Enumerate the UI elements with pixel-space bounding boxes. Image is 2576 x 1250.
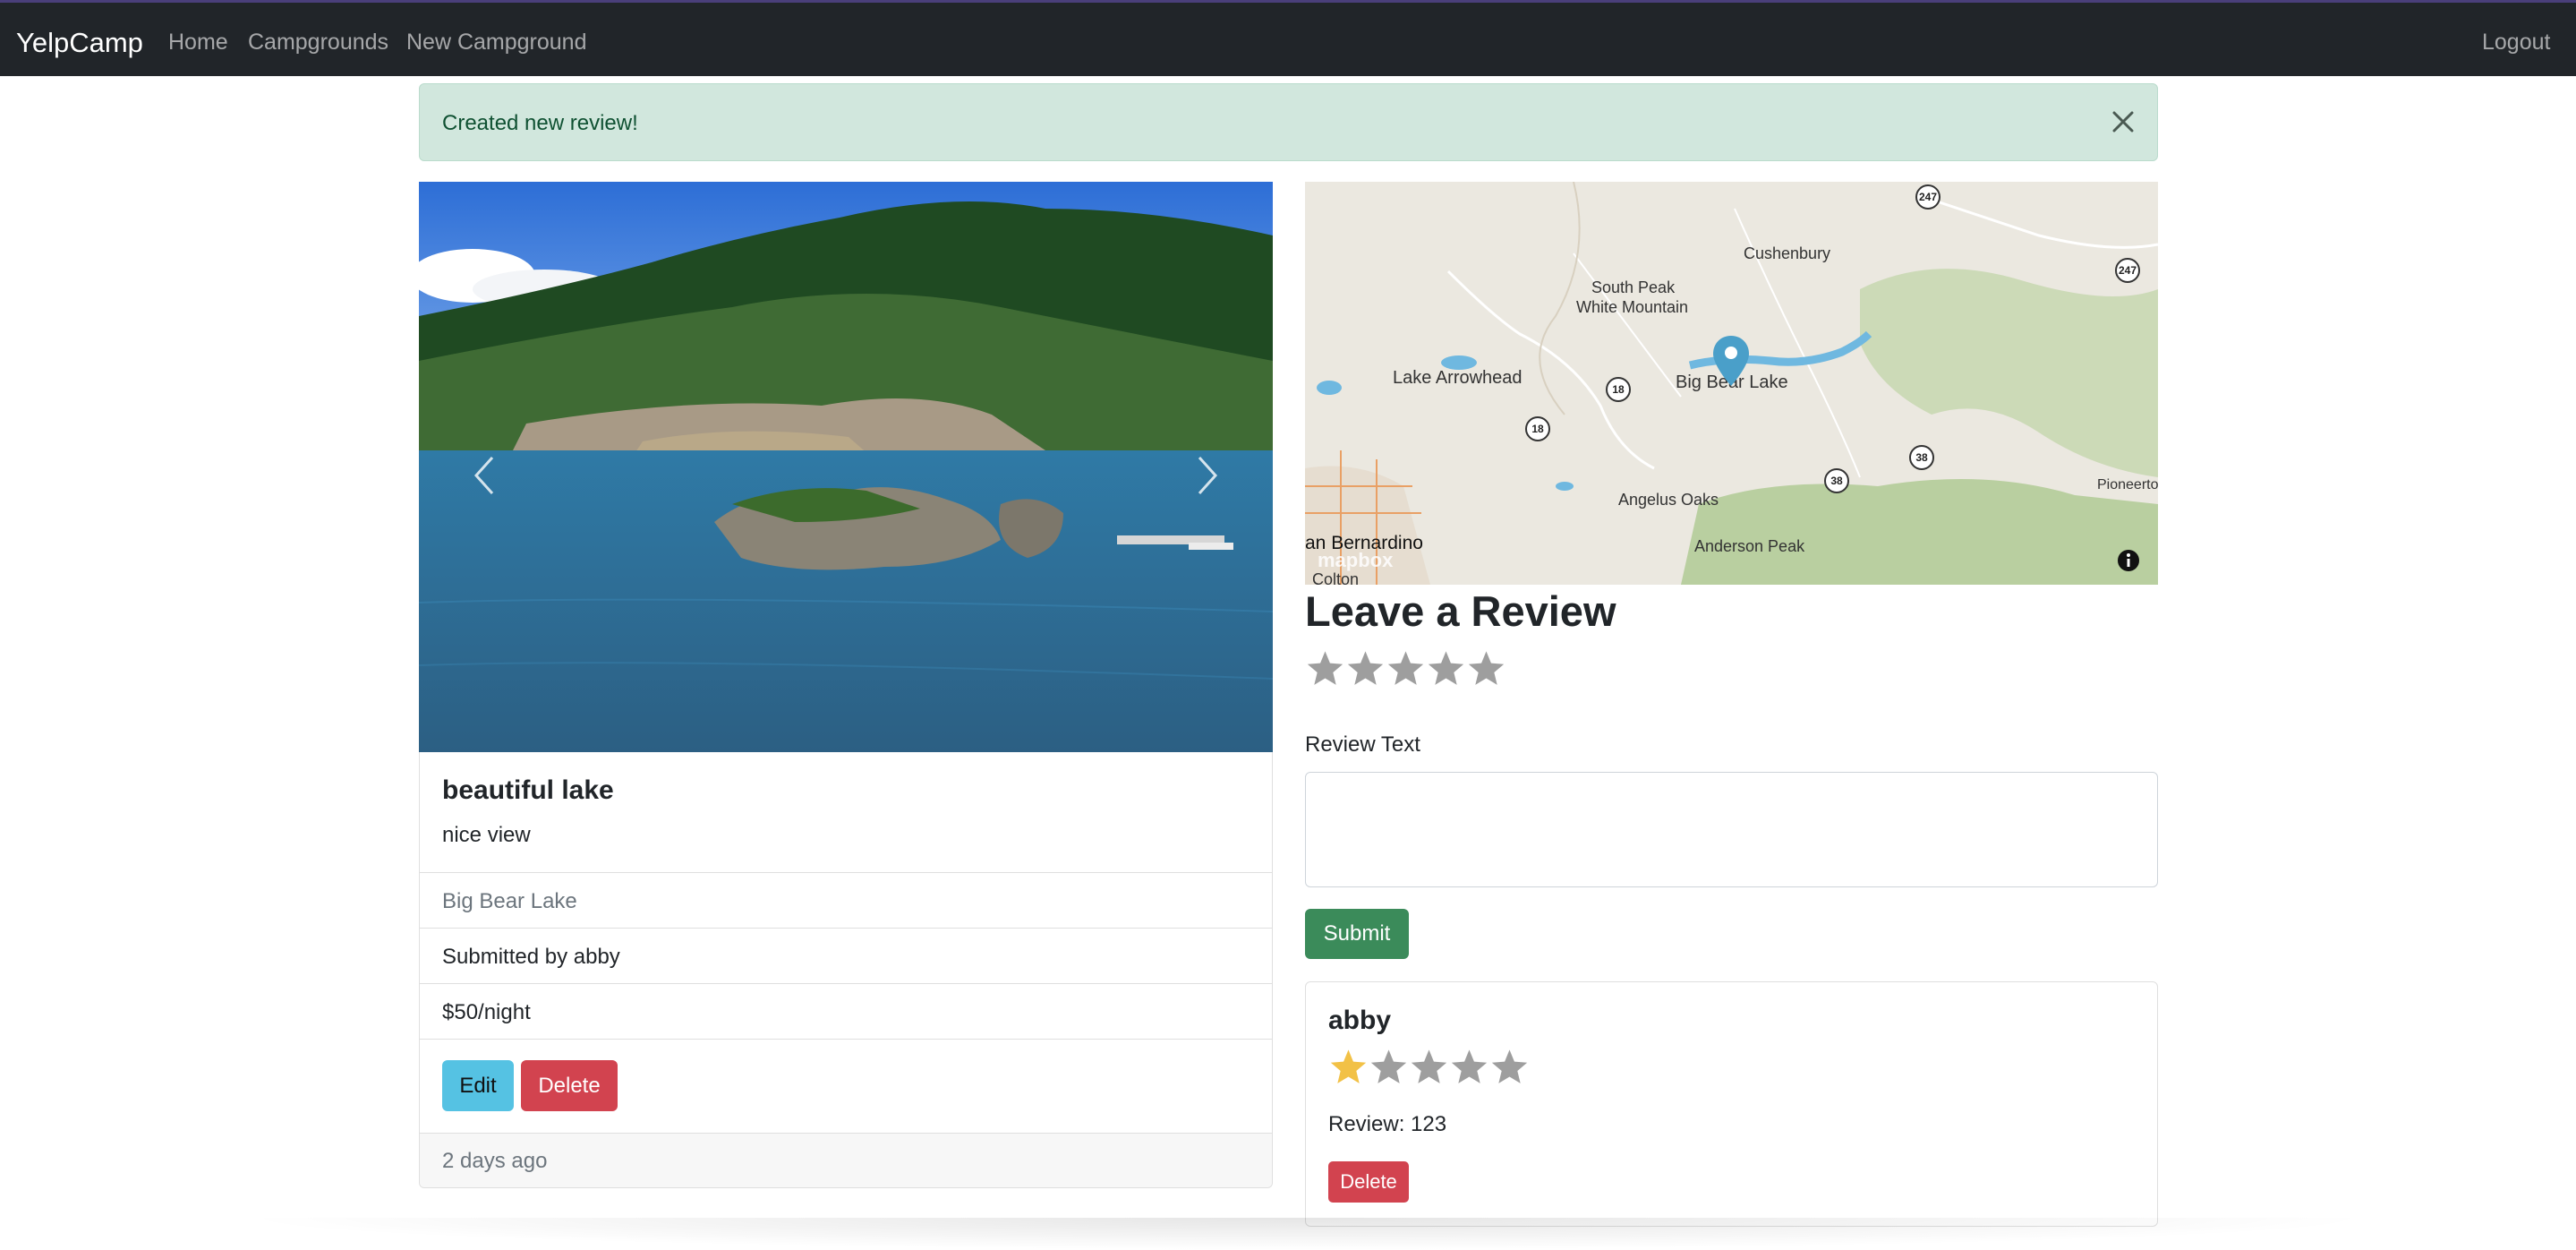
route-shield-18: 18 (1606, 377, 1631, 402)
route-shield-18: 18 (1525, 416, 1550, 441)
created-time: 2 days ago (442, 1149, 548, 1173)
submit-review-button[interactable]: Submit (1305, 909, 1409, 959)
map-label-angelus-oaks: Angelus Oaks (1618, 491, 1719, 509)
star-icon (1411, 1049, 1447, 1083)
nav-home-link[interactable]: Home (168, 30, 228, 56)
star-icon[interactable] (1386, 648, 1426, 689)
campground-description: nice view (442, 823, 531, 847)
campground-price-row: $50/night (420, 983, 1272, 1039)
map-label-colton: Colton (1312, 570, 1360, 585)
map-label-lake-arrowhead: Lake Arrowhead (1393, 368, 1523, 388)
route-shield-247: 247 (2115, 258, 2140, 283)
card-footer: 2 days ago (420, 1133, 1272, 1187)
campground-title: beautiful lake (442, 775, 614, 805)
star-icon[interactable] (1345, 648, 1386, 689)
route-shield-38: 38 (1824, 468, 1849, 493)
map-label-anderson-peak: Anderson Peak (1694, 537, 1805, 555)
map-label-pioneertown: Pioneerto (2097, 477, 2158, 492)
nav-campgrounds-link[interactable]: Campgrounds (248, 30, 388, 56)
star-filled-icon (1330, 1049, 1367, 1083)
campground-image-carousel (419, 182, 1273, 752)
delete-review-button[interactable]: Delete (1328, 1161, 1409, 1203)
star-icon (1451, 1049, 1488, 1083)
rating-input[interactable] (1305, 648, 1506, 691)
campground-author: Submitted by abby (442, 945, 620, 969)
review-author: abby (1328, 1006, 1392, 1035)
map-label-white-mountain: White Mountain (1576, 298, 1689, 316)
map-pin-icon[interactable] (1711, 334, 1751, 388)
campground-location: Big Bear Lake (442, 889, 577, 913)
star-icon[interactable] (1426, 648, 1466, 689)
star-icon (1491, 1049, 1528, 1083)
map-label-south-peak: South Peak (1591, 278, 1676, 296)
campground-location-row: Big Bear Lake (420, 872, 1272, 928)
star-icon[interactable] (1305, 648, 1345, 689)
review-text-label: Review Text (1305, 732, 1420, 757)
leave-review-heading: Leave a Review (1305, 587, 1616, 635)
success-alert: Created new review! (419, 83, 2158, 161)
route-shield-247: 247 (1915, 184, 1941, 210)
review-body: Review: 123 (1328, 1112, 1447, 1136)
campground-card: beautiful lake nice view Big Bear Lake S… (419, 752, 1273, 1188)
campground-photo (419, 182, 1273, 752)
carousel-prev-icon[interactable] (467, 449, 503, 502)
carousel-next-icon[interactable] (1189, 449, 1224, 502)
delete-campground-button[interactable]: Delete (521, 1060, 618, 1111)
star-icon[interactable] (1466, 648, 1506, 689)
campground-author-row: Submitted by abby (420, 928, 1272, 983)
navbar: YelpCamp Home Campgrounds New Campground… (0, 0, 2576, 76)
footer-shadow (233, 1218, 2381, 1250)
campground-price: $50/night (442, 1000, 531, 1024)
edit-button[interactable]: Edit (442, 1060, 514, 1111)
map-label-cushenbury: Cushenbury (1744, 244, 1831, 262)
alert-message: Created new review! (442, 111, 638, 135)
review-card: abby Review: 123 Delete (1305, 981, 2158, 1227)
info-icon[interactable] (2116, 548, 2141, 573)
star-icon (1370, 1049, 1407, 1083)
route-shield-38: 38 (1909, 445, 1934, 470)
review-rating (1328, 1047, 1530, 1090)
campground-map[interactable]: Cushenbury South Peak White Mountain Lak… (1305, 182, 2158, 585)
review-text-input[interactable] (1305, 772, 2158, 887)
mapbox-logo[interactable]: mapbox (1318, 549, 1393, 572)
logout-link[interactable]: Logout (2482, 30, 2550, 56)
nav-new-campground-link[interactable]: New Campground (406, 30, 587, 56)
close-icon[interactable] (2109, 107, 2137, 136)
brand-link[interactable]: YelpCamp (16, 27, 143, 59)
